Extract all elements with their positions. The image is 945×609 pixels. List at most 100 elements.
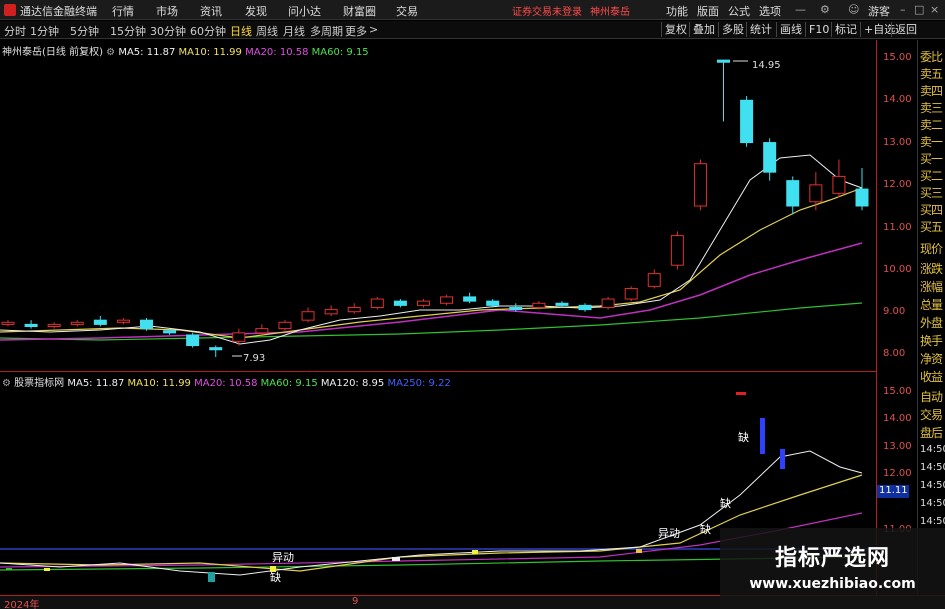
sub-y-tick-12: 12.00 <box>883 468 912 479</box>
ma10-line <box>0 187 863 339</box>
time-tick-3: 14:50 <box>920 480 945 491</box>
candle-body <box>24 323 38 328</box>
candle-body <box>301 311 315 321</box>
sp-buy3: 买三 <box>920 186 943 200</box>
candle-body <box>832 175 846 194</box>
chevron-right-icon[interactable]: > <box>369 23 378 36</box>
sub-y-tick-14: 14.00 <box>883 413 912 424</box>
ma5-line <box>0 154 863 345</box>
sp-sell1: 卖一 <box>920 135 943 149</box>
period-1min[interactable]: 1分钟 <box>30 23 59 39</box>
candle-body <box>855 188 869 207</box>
que-label-1: 缺 <box>738 430 749 444</box>
sp-buy5: 买五 <box>920 220 943 234</box>
sp-auto[interactable]: 自动 <box>920 388 943 405</box>
period-more[interactable]: 更多 <box>345 23 367 39</box>
minimize-icon[interactable]: — <box>795 3 806 16</box>
menu-faxian[interactable]: 发现 <box>245 3 267 19</box>
candle-body <box>370 298 384 308</box>
candle-body <box>47 323 61 328</box>
period-daily[interactable]: 日线 <box>230 23 252 39</box>
menu-gongneng[interactable]: 功能 <box>666 3 688 19</box>
sub-y-tick-15: 15.00 <box>883 386 912 397</box>
period-fenshi[interactable]: 分时 <box>4 23 26 39</box>
high-price-label: 14.95 <box>752 60 781 71</box>
sp-sell5: 卖五 <box>920 67 943 81</box>
candle-body <box>324 309 338 315</box>
sp-change: 涨跌 <box>920 262 943 276</box>
tool-duogu[interactable]: 多股 <box>718 22 747 37</box>
menu-bar: 通达信金融终端 行情 市场 资讯 发现 问小达 财富圈 交易 证券交易未登录 神… <box>0 0 945 20</box>
menu-zixun[interactable]: 资讯 <box>200 3 222 19</box>
menu-caifuquan[interactable]: 财富圈 <box>343 3 376 19</box>
candle-body <box>693 163 707 207</box>
window-close-icon[interactable]: × <box>930 3 939 16</box>
candle-body <box>486 300 500 306</box>
candle-body <box>1 321 15 325</box>
candle-body <box>139 319 153 330</box>
app-title: 通达信金融终端 <box>20 5 97 18</box>
y-tick-11: 11.00 <box>883 222 912 233</box>
watermark-overlay: 指标严选网 www.xuezhibiao.com <box>720 528 945 609</box>
window-max-icon[interactable]: □ <box>914 3 924 16</box>
time-tick-4: 14:50 <box>920 498 945 509</box>
stock-name-top: 神州泰岳 <box>590 7 630 18</box>
tool-huaxian[interactable]: 画线 <box>776 22 805 37</box>
settings-icon[interactable]: ⚙ <box>820 3 830 16</box>
candle-body <box>532 302 546 308</box>
tool-diejia[interactable]: 叠加 <box>689 22 718 37</box>
candle-body <box>463 296 477 302</box>
que-label-4: 缺 <box>270 570 281 584</box>
sp-price: 现价 <box>920 242 943 256</box>
candle-body <box>509 306 523 311</box>
period-30min[interactable]: 30分钟 <box>150 23 186 39</box>
period-monthly[interactable]: 月线 <box>283 23 305 39</box>
menu-gongshi[interactable]: 公式 <box>728 3 750 19</box>
period-weekly[interactable]: 周线 <box>256 23 278 39</box>
menu-youke[interactable]: 游客 <box>868 3 890 19</box>
menu-hangqing[interactable]: 行情 <box>112 3 134 19</box>
sp-buy1: 买一 <box>920 152 943 166</box>
menu-shichang[interactable]: 市场 <box>156 3 178 19</box>
sp-netasset: 净资 <box>920 352 943 366</box>
login-warning[interactable]: 证券交易未登录 <box>512 3 582 18</box>
quote-side-panel: 委比 卖五 卖四 卖三 卖二 卖一 买一 买二 买三 买四 买五 现价 涨跌 涨… <box>917 40 945 595</box>
candle-body <box>440 296 454 304</box>
period-5min[interactable]: 5分钟 <box>70 23 99 39</box>
tool-fanhui[interactable]: 返回 <box>891 22 920 37</box>
tool-tongji[interactable]: 统计 <box>746 22 775 37</box>
price-axis: 15.00 14.00 13.00 12.00 11.00 10.00 9.00… <box>876 40 916 595</box>
candle-body <box>670 235 684 266</box>
yidong-label-2: 异动 <box>272 551 294 564</box>
period-60min[interactable]: 60分钟 <box>190 23 226 39</box>
main-kline-chart[interactable]: 神州泰岳(日线 前复权) ⚙ MA5: 11.87 MA10: 11.99 MA… <box>0 40 875 370</box>
candle-body <box>809 184 823 203</box>
tool-fuquan[interactable]: 复权 <box>661 22 690 37</box>
sp-weibi: 委比 <box>920 50 943 64</box>
tool-biaoji[interactable]: 标记 <box>831 22 860 37</box>
tool-f10[interactable]: F10 <box>805 22 832 37</box>
candle-body <box>786 180 800 207</box>
menu-jiaoyi[interactable]: 交易 <box>396 3 418 19</box>
user-icon[interactable]: ☺ <box>848 3 859 16</box>
sp-sell4: 卖四 <box>920 84 943 98</box>
sp-change-pct: 涨幅 <box>920 280 943 294</box>
menu-wenxiaoda[interactable]: 问小达 <box>288 3 321 19</box>
que-label-3: 缺 <box>700 522 711 536</box>
candle-body <box>717 59 731 63</box>
window-min-icon[interactable]: – <box>900 3 906 16</box>
y-tick-15: 15.00 <box>883 52 912 63</box>
candle-body <box>578 304 592 311</box>
sp-sell2: 卖二 <box>920 118 943 132</box>
candle-body <box>416 300 430 306</box>
y-tick-12: 12.00 <box>883 179 912 190</box>
menu-banmian[interactable]: 版面 <box>697 3 719 19</box>
period-multi[interactable]: 多周期 <box>310 23 343 39</box>
candles <box>1 59 869 357</box>
menu-xuanxiang[interactable]: 选项 <box>759 3 781 19</box>
sp-trade[interactable]: 交易 <box>920 406 943 423</box>
sp-afterhours[interactable]: 盘后 <box>920 424 943 441</box>
sp-buy2: 买二 <box>920 169 943 183</box>
period-15min[interactable]: 15分钟 <box>110 23 146 39</box>
candle-body <box>278 321 292 330</box>
